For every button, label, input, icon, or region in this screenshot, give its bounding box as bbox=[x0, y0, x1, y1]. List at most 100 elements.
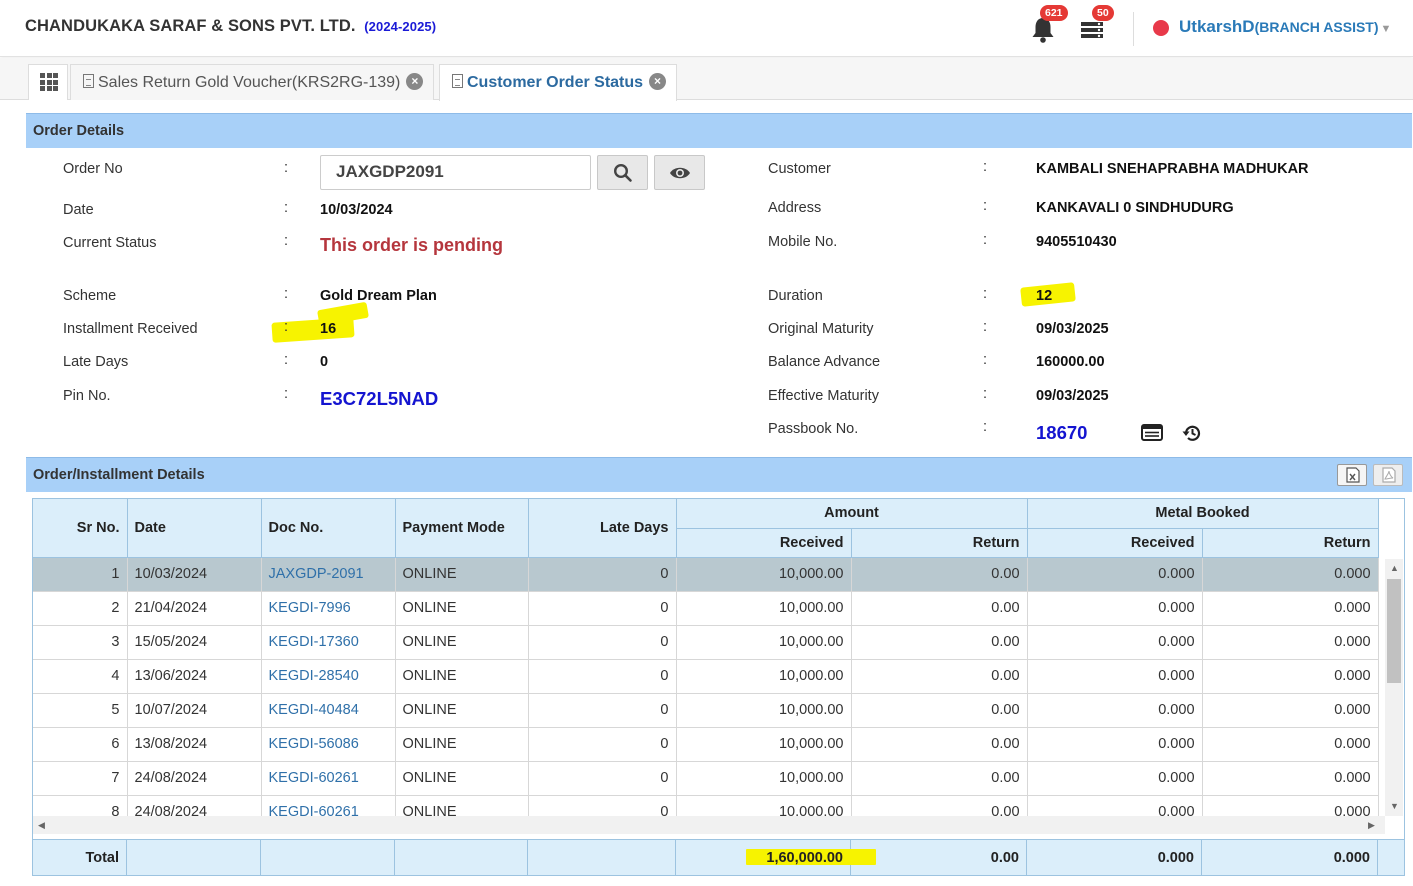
original-maturity-label: Original Maturity bbox=[768, 321, 874, 337]
cell-metal-received: 0.000 bbox=[1027, 761, 1203, 796]
order-no-input[interactable]: JAXGDP2091 bbox=[320, 155, 591, 190]
table-row[interactable]: 5 10/07/2024 KEGDI-40484 ONLINE 0 10,000.00 0.… bbox=[33, 693, 1379, 728]
cell-sr-no: 3 bbox=[33, 625, 128, 660]
colon: : bbox=[284, 319, 289, 335]
user-role: (BRANCH ASSIST) bbox=[1254, 19, 1379, 35]
col-doc-no[interactable]: Doc No. bbox=[261, 499, 396, 558]
balance-advance: 160000.00 bbox=[1036, 354, 1105, 370]
cell-date: 24/08/2024 bbox=[127, 761, 262, 796]
cell-amount-received: 10,000.00 bbox=[676, 727, 852, 762]
doc-no-link[interactable]: KEGDI-7996 bbox=[269, 600, 351, 616]
search-button[interactable] bbox=[597, 155, 648, 190]
doc-no-link[interactable]: KEGDI-60261 bbox=[269, 770, 359, 786]
cell-amount-return: 0.00 bbox=[851, 727, 1028, 762]
doc-no-link[interactable]: KEGDI-17360 bbox=[269, 634, 359, 650]
table-row[interactable]: 7 24/08/2024 KEGDI-60261 ONLINE 0 10,000.00 0.… bbox=[33, 761, 1379, 796]
close-tab-icon[interactable]: × bbox=[406, 73, 424, 91]
history-button[interactable] bbox=[1182, 423, 1202, 443]
cell-doc-no: KEGDI-28540 bbox=[261, 659, 396, 694]
cell-metal-return: 0.000 bbox=[1202, 557, 1379, 592]
close-tab-icon[interactable]: × bbox=[649, 73, 667, 91]
installment-received: 16 bbox=[320, 321, 337, 337]
cell-late-days: 0 bbox=[528, 591, 677, 626]
tab-sales-return[interactable]: Sales Return Gold Voucher(KRS2RG-139) × bbox=[70, 64, 435, 100]
colon: : bbox=[983, 352, 988, 368]
notifications-button[interactable]: 621 bbox=[1030, 5, 1068, 44]
cell-payment-mode: ONLINE bbox=[395, 761, 529, 796]
col-late-days[interactable]: Late Days bbox=[528, 499, 677, 558]
scroll-up-icon[interactable]: ▲ bbox=[1390, 563, 1399, 573]
user-name: UtkarshD bbox=[1179, 17, 1255, 36]
scroll-down-icon[interactable]: ▼ bbox=[1390, 801, 1399, 811]
current-status: This order is pending bbox=[320, 235, 504, 255]
divider bbox=[1133, 12, 1134, 46]
col-sr-no[interactable]: Sr No. bbox=[33, 499, 128, 558]
cell-payment-mode: ONLINE bbox=[395, 727, 529, 762]
mobile-value: 9405510430 bbox=[1036, 234, 1117, 250]
chevron-down-icon: ▼ bbox=[1380, 23, 1392, 35]
col-amount-return[interactable]: Return bbox=[851, 528, 1028, 558]
cell-late-days: 0 bbox=[528, 693, 677, 728]
colon: : bbox=[983, 232, 988, 248]
scroll-left-icon[interactable]: ◀ bbox=[38, 820, 45, 831]
col-amount-received[interactable]: Received bbox=[676, 528, 852, 558]
cell-date: 21/04/2024 bbox=[127, 591, 262, 626]
cell-metal-received: 0.000 bbox=[1027, 727, 1203, 762]
notifications-badge: 621 bbox=[1040, 5, 1068, 21]
table-row[interactable]: 4 13/06/2024 KEGDI-28540 ONLINE 0 10,000.00 0.… bbox=[33, 659, 1379, 694]
scroll-right-icon[interactable]: ▶ bbox=[1368, 820, 1375, 831]
cell-date: 13/06/2024 bbox=[127, 659, 262, 694]
top-bar: CHANDUKAKA SARAF & SONS PVT. LTD. (2024-… bbox=[0, 0, 1413, 57]
cell-sr-no: 7 bbox=[33, 761, 128, 796]
colon: : bbox=[284, 286, 289, 302]
scheme-label: Scheme bbox=[63, 288, 117, 304]
total-cell-empty bbox=[528, 840, 676, 875]
cell-date: 10/07/2024 bbox=[127, 693, 262, 728]
current-status-label: Current Status bbox=[63, 235, 157, 251]
cell-doc-no: JAXGDP-2091 bbox=[261, 557, 396, 592]
cell-date: 13/08/2024 bbox=[127, 727, 262, 762]
doc-no-link[interactable]: JAXGDP-2091 bbox=[269, 566, 364, 582]
apps-menu-button[interactable] bbox=[28, 64, 68, 100]
cell-amount-received: 10,000.00 bbox=[676, 761, 852, 796]
cell-sr-no: 6 bbox=[33, 727, 128, 762]
col-date[interactable]: Date bbox=[127, 499, 262, 558]
tab-label: Customer Order Status bbox=[467, 74, 644, 91]
cell-metal-received: 0.000 bbox=[1027, 591, 1203, 626]
table-row[interactable]: 2 21/04/2024 KEGDI-7996 ONLINE 0 10,000.00 0.0… bbox=[33, 591, 1379, 626]
export-excel-button[interactable] bbox=[1337, 464, 1367, 486]
cell-doc-no: KEGDI-40484 bbox=[261, 693, 396, 728]
duration-label: Duration bbox=[768, 288, 823, 304]
user-menu[interactable]: UtkarshD(BRANCH ASSIST) ▼ bbox=[1179, 17, 1391, 37]
scroll-thumb[interactable] bbox=[1387, 579, 1401, 683]
tab-label: Sales Return Gold Voucher(KRS2RG-139) bbox=[98, 74, 401, 91]
cell-amount-received: 10,000.00 bbox=[676, 625, 852, 660]
vertical-scrollbar[interactable]: ▲ ▼ bbox=[1385, 559, 1403, 816]
view-button[interactable] bbox=[654, 155, 705, 190]
passbook-label: Passbook No. bbox=[768, 421, 859, 437]
pin-no: E3C72L5NAD bbox=[320, 388, 439, 409]
total-amount-received-cell: 1,60,000.00 bbox=[676, 840, 876, 875]
cell-metal-return: 0.000 bbox=[1202, 727, 1379, 762]
table-row[interactable]: 1 10/03/2024 JAXGDP-2091 ONLINE 0 10,000.00 0.… bbox=[33, 557, 1379, 592]
col-metal-received[interactable]: Received bbox=[1027, 528, 1203, 558]
document-icon bbox=[83, 74, 94, 88]
col-payment-mode[interactable]: Payment Mode bbox=[395, 499, 529, 558]
cell-date: 10/03/2024 bbox=[127, 557, 262, 592]
cell-sr-no: 4 bbox=[33, 659, 128, 694]
passbook-view-button[interactable] bbox=[1141, 424, 1163, 442]
messages-button[interactable]: 50 bbox=[1080, 5, 1114, 44]
cell-amount-return: 0.00 bbox=[851, 557, 1028, 592]
passbook-no: 18670 bbox=[1036, 422, 1088, 443]
table-row[interactable]: 6 13/08/2024 KEGDI-56086 ONLINE 0 10,000.00 0.… bbox=[33, 727, 1379, 762]
horizontal-scrollbar[interactable]: ◀ ▶ bbox=[33, 816, 1385, 834]
cell-metal-return: 0.000 bbox=[1202, 625, 1379, 660]
doc-no-link[interactable]: KEGDI-28540 bbox=[269, 668, 359, 684]
doc-no-link[interactable]: KEGDI-40484 bbox=[269, 702, 359, 718]
total-cell-empty bbox=[127, 840, 261, 875]
tab-customer-order-status[interactable]: Customer Order Status × bbox=[439, 64, 678, 101]
col-metal-return[interactable]: Return bbox=[1202, 528, 1379, 558]
export-pdf-button[interactable] bbox=[1373, 464, 1403, 486]
doc-no-link[interactable]: KEGDI-56086 bbox=[269, 736, 359, 752]
table-row[interactable]: 3 15/05/2024 KEGDI-17360 ONLINE 0 10,000.00 0.… bbox=[33, 625, 1379, 660]
